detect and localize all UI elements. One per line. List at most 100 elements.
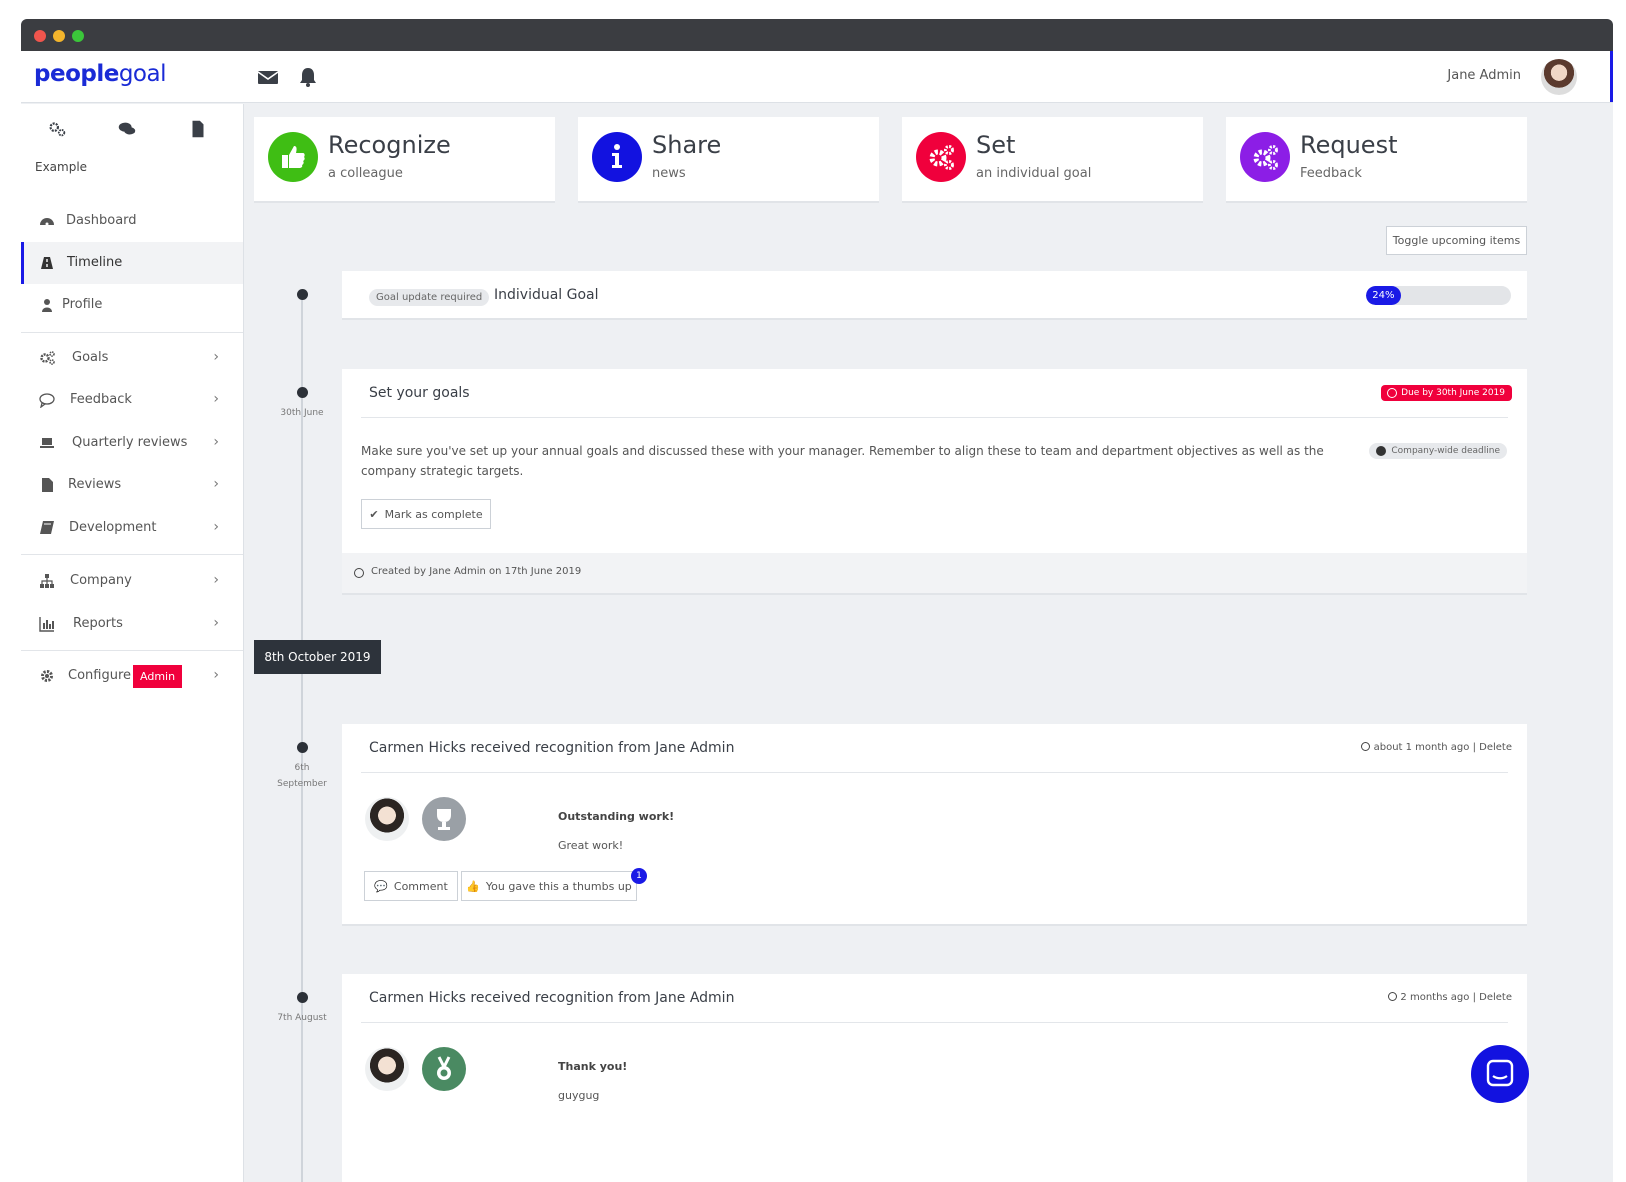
comment-icon: 💬 (374, 879, 388, 893)
goals-quick-icon[interactable] (46, 118, 68, 140)
dashboard-icon (40, 218, 54, 226)
set-goals-card: Set your goals Due by 30th June 2019 Mak… (342, 369, 1527, 595)
sidebar-item-goals[interactable]: Goals › (21, 337, 243, 379)
sidebar-item-dashboard[interactable]: Dashboard (21, 200, 243, 242)
clock-icon (1388, 992, 1398, 1001)
sidebar-item-feedback[interactable]: Feedback › (21, 379, 243, 421)
mark-complete-button[interactable]: ✔ Mark as complete (361, 499, 491, 529)
user-icon (42, 299, 52, 312)
sidebar-item-configure[interactable]: Configure Admin › (21, 655, 243, 697)
action-title: Recognize (328, 131, 451, 159)
card-divider (361, 772, 1508, 773)
thumbs-up-button[interactable]: 👍 You gave this a thumbs up (461, 871, 637, 901)
goal-update-card[interactable]: Goal update required Individual Goal 24% (342, 271, 1527, 320)
chevron-right-icon: › (213, 667, 219, 683)
delete-link[interactable]: Delete (1479, 742, 1512, 753)
action-title: Request (1300, 131, 1398, 159)
recognition-time: 2 months ago (1400, 992, 1470, 1003)
set-goal-action-card[interactable]: Set an individual goal (902, 117, 1203, 203)
recognition-message: Great work! (558, 839, 624, 852)
goal-progress-fill: 24% (1366, 286, 1401, 305)
recipient-avatar[interactable] (365, 797, 409, 841)
clock-icon (1387, 388, 1398, 398)
sidebar-item-reviews[interactable]: Reviews › (21, 464, 243, 506)
sidebar-item-label: Quarterly reviews (72, 435, 188, 450)
task-description: Make sure you've set up your annual goal… (361, 444, 1324, 478)
clock-icon (354, 568, 364, 578)
maximize-window-button[interactable] (72, 30, 84, 42)
recipient-avatar[interactable] (365, 1047, 409, 1091)
check-icon: ✔ (369, 507, 379, 521)
chevron-right-icon: › (213, 615, 219, 631)
sidebar-item-label: Feedback (70, 392, 132, 407)
sidebar-item-development[interactable]: Development › (21, 507, 243, 549)
sidebar-item-quarterly-reviews[interactable]: Quarterly reviews › (21, 422, 243, 464)
speech-bubble-icon (39, 393, 55, 408)
chevron-right-icon: › (213, 391, 219, 407)
comment-button[interactable]: 💬 Comment (364, 871, 458, 901)
recognize-action-card[interactable]: Recognize a colleague (254, 117, 555, 203)
thumbs-up-icon (268, 132, 318, 182)
chevron-right-icon: › (213, 519, 219, 535)
timeline-date: 6th September (277, 763, 327, 789)
sidebar-item-timeline[interactable]: Timeline (21, 242, 243, 284)
recognition-meta: 2 months ago | Delete (1388, 992, 1512, 1003)
bar-chart-icon (39, 617, 54, 632)
recognition-message: guygug (558, 1089, 600, 1102)
thumbs-up-icon: 👍 (466, 879, 480, 893)
sidebar-item-label: Dashboard (66, 213, 137, 228)
action-subtitle: Feedback (1300, 166, 1362, 181)
envelope-icon[interactable] (256, 65, 280, 89)
chevron-right-icon: › (213, 572, 219, 588)
card-divider (361, 1022, 1508, 1023)
laptop-icon (40, 438, 54, 448)
timeline-date: 30th June (280, 408, 324, 418)
gear-icon (41, 670, 53, 682)
app-window: peoplegoal Jane Admin Example Dashboard (21, 19, 1613, 1182)
sidebar-item-label: Company (70, 573, 132, 588)
sidebar-item-profile[interactable]: Profile (21, 284, 243, 326)
chat-launcher-button[interactable] (1471, 1045, 1529, 1103)
document-quick-icon[interactable] (187, 118, 209, 140)
cogs-icon (40, 351, 55, 365)
chevron-right-icon: › (213, 434, 219, 450)
sidebar-item-label: Timeline (67, 255, 123, 270)
sidebar-item-label: Reports (73, 616, 123, 631)
recognition-heading: Thank you! (558, 1060, 628, 1073)
check-circle-icon (1376, 446, 1387, 456)
sidebar-divider (21, 650, 243, 651)
app-logo[interactable]: peoplegoal (34, 61, 166, 87)
book-icon (40, 521, 54, 534)
delete-link[interactable]: Delete (1479, 992, 1512, 1003)
recognition-title: Carmen Hicks received recognition from J… (369, 740, 735, 756)
action-subtitle: news (652, 166, 686, 181)
user-name[interactable]: Jane Admin (1447, 68, 1521, 83)
close-window-button[interactable] (34, 30, 46, 42)
sidebar-item-label: Reviews (68, 477, 122, 492)
sidebar-item-label: Profile (62, 297, 103, 312)
chat-quick-icon[interactable] (116, 118, 138, 140)
bell-icon[interactable] (296, 65, 320, 89)
minimize-window-button[interactable] (53, 30, 65, 42)
recognition-card: Carmen Hicks received recognition from J… (342, 974, 1527, 1182)
due-date-badge: Due by 30th June 2019 (1381, 385, 1512, 401)
toggle-upcoming-button[interactable]: Toggle upcoming items (1386, 226, 1527, 255)
timeline-line (301, 294, 303, 1182)
action-title: Set (976, 131, 1016, 159)
timeline-dot (297, 992, 308, 1003)
request-feedback-action-card[interactable]: Request Feedback (1226, 117, 1527, 203)
goal-update-pill: Goal update required (369, 289, 490, 306)
sidebar-item-reports[interactable]: Reports › (21, 603, 243, 645)
thumbs-up-count-badge: 1 (631, 868, 647, 884)
admin-badge: Admin (133, 665, 183, 688)
window-titlebar (21, 19, 1613, 51)
cogs-icon (916, 132, 966, 182)
timeline-date: 7th August (277, 1013, 327, 1023)
goal-progress-bar: 24% (1366, 286, 1511, 305)
sidebar-item-company[interactable]: Company › (21, 560, 243, 602)
task-title: Set your goals (369, 385, 470, 401)
timeline-dot (297, 289, 308, 300)
share-action-card[interactable]: Share news (578, 117, 879, 203)
sitemap-icon (40, 574, 54, 588)
user-avatar[interactable] (1541, 59, 1577, 95)
